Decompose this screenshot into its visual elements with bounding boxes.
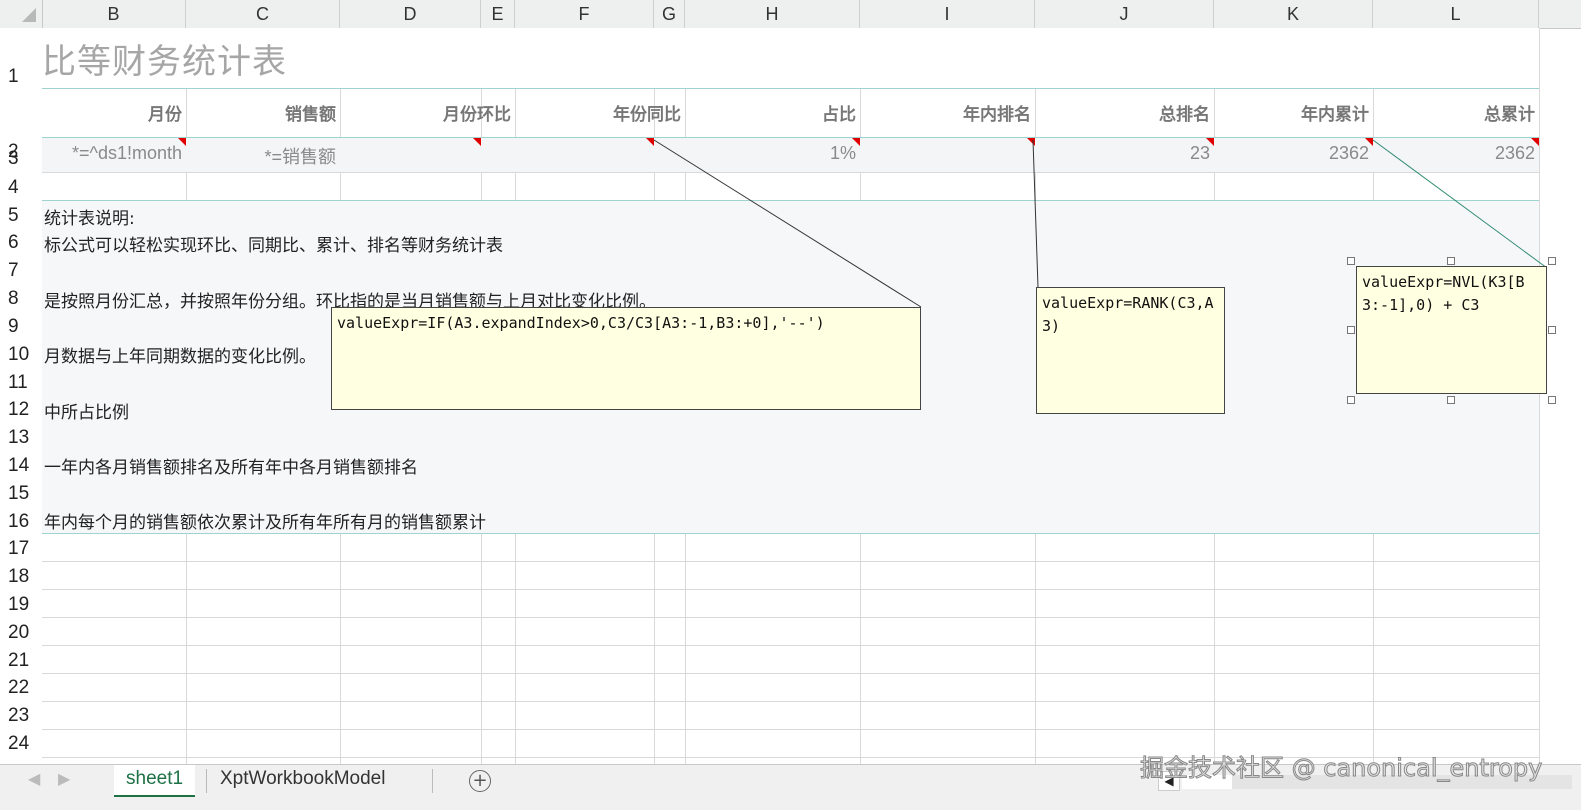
grid-line xyxy=(42,561,1539,562)
header-mom[interactable]: 月份环比 xyxy=(340,100,515,125)
grid-line xyxy=(42,172,1539,173)
column-header-h[interactable]: H xyxy=(685,0,860,28)
resize-handle[interactable] xyxy=(1447,257,1455,265)
row-header-3[interactable]: 3 xyxy=(0,148,40,170)
resize-handle[interactable] xyxy=(1548,257,1556,265)
cell-total-rank[interactable]: 23 xyxy=(1035,143,1214,164)
comment-box-rank[interactable]: valueExpr=RANK(C3,A3) xyxy=(1036,287,1225,414)
header-total-rank[interactable]: 总排名 xyxy=(1035,100,1214,125)
column-header-b[interactable]: B xyxy=(42,0,186,28)
row-header-23[interactable]: 23 xyxy=(0,705,40,727)
row-header-6[interactable]: 6 xyxy=(0,232,40,254)
row-header-4[interactable]: 4 xyxy=(0,177,40,199)
comment-marker-icon[interactable] xyxy=(1027,138,1035,146)
note-line-10: 月数据与上年同期数据的变化比例。 xyxy=(44,347,316,367)
row-header-18[interactable]: 18 xyxy=(0,566,40,588)
row-header-1[interactable]: 1 xyxy=(0,66,40,88)
comment-box-cumulative[interactable]: valueExpr=NVL(K3[B3:-1],0) + C3 xyxy=(1356,266,1547,394)
grid-line xyxy=(42,533,1539,534)
resize-handle[interactable] xyxy=(1548,326,1556,334)
grid-line xyxy=(42,673,1539,674)
comment-box-yoy[interactable]: valueExpr=IF(A3.expandIndex>0,C3/C3[A3:-… xyxy=(331,307,921,410)
tab-sheet1[interactable]: sheet1 xyxy=(114,765,196,797)
header-month[interactable]: 月份 xyxy=(42,100,186,125)
note-line-6: 标公式可以轻松实现环比、同期比、累计、排名等财务统计表 xyxy=(44,236,503,256)
column-header-j[interactable]: J xyxy=(1035,0,1214,28)
row-header-column: 1 2 3 4 5 6 7 8 9 10 11 12 13 14 15 16 1… xyxy=(0,28,42,764)
row-header-22[interactable]: 22 xyxy=(0,677,40,699)
column-header-l[interactable]: L xyxy=(1373,0,1539,28)
column-header-f[interactable]: F xyxy=(515,0,654,28)
cell-total-cumulative[interactable]: 2362 xyxy=(1373,143,1539,164)
note-line-14: 一年内各月销售额排名及所有年中各月销售额排名 xyxy=(44,458,418,478)
comment-marker-icon[interactable] xyxy=(852,138,860,146)
select-all-triangle-icon xyxy=(22,8,36,22)
resize-handle[interactable] xyxy=(1447,396,1455,404)
row-header-11[interactable]: 11 xyxy=(0,372,40,394)
row-header-24[interactable]: 24 xyxy=(0,733,40,755)
column-header-c[interactable]: C xyxy=(186,0,340,28)
row-header-21[interactable]: 21 xyxy=(0,650,40,672)
row-header-9[interactable]: 9 xyxy=(0,316,40,338)
row-header-20[interactable]: 20 xyxy=(0,622,40,644)
column-header-k[interactable]: K xyxy=(1214,0,1373,28)
row-header-13[interactable]: 13 xyxy=(0,427,40,449)
header-sales[interactable]: 销售额 xyxy=(186,100,340,125)
column-header-i[interactable]: I xyxy=(860,0,1035,28)
grid-line xyxy=(42,729,1539,730)
row-header-5[interactable]: 5 xyxy=(0,205,40,227)
scroll-left-icon[interactable]: ◀ xyxy=(28,769,40,788)
comment-marker-icon[interactable] xyxy=(1206,138,1214,146)
note-line-12: 中所占比例 xyxy=(44,403,129,423)
row-header-14[interactable]: 14 xyxy=(0,455,40,477)
grid-line xyxy=(42,88,1539,89)
cell-year-cumulative[interactable]: 2362 xyxy=(1214,143,1373,164)
resize-handle[interactable] xyxy=(1548,396,1556,404)
cell-ratio[interactable]: 1% xyxy=(685,143,860,164)
column-header-g[interactable]: G xyxy=(654,0,685,28)
tab-divider xyxy=(206,769,207,793)
comment-marker-icon[interactable] xyxy=(646,138,654,146)
row-header-8[interactable]: 8 xyxy=(0,288,40,310)
select-all-corner[interactable] xyxy=(0,0,43,28)
watermark: 掘金技术社区 @ canonical_entropy xyxy=(1139,754,1543,783)
header-yoy[interactable]: 年份同比 xyxy=(515,100,685,125)
header-total-cumulative[interactable]: 总累计 xyxy=(1373,100,1539,125)
cell-month-expr[interactable]: *=^ds1!month xyxy=(42,143,186,164)
row-header-15[interactable]: 15 xyxy=(0,483,40,505)
resize-handle[interactable] xyxy=(1347,326,1355,334)
grid-line xyxy=(42,701,1539,702)
grid-line xyxy=(42,617,1539,618)
row-header-16[interactable]: 16 xyxy=(0,511,40,533)
row-header-19[interactable]: 19 xyxy=(0,594,40,616)
tab-xptworkbookmodel[interactable]: XptWorkbookModel xyxy=(208,765,397,797)
resize-handle[interactable] xyxy=(1347,396,1355,404)
row-header-10[interactable]: 10 xyxy=(0,344,40,366)
comment-marker-icon[interactable] xyxy=(178,138,186,146)
column-header-d[interactable]: D xyxy=(340,0,481,28)
tab-divider xyxy=(432,769,433,793)
column-header-e[interactable]: E xyxy=(481,0,515,28)
add-sheet-button[interactable]: + xyxy=(469,770,491,792)
header-ratio[interactable]: 占比 xyxy=(685,100,860,125)
column-header-bar: B C D E F G H I J K L xyxy=(0,0,1581,29)
grid-line xyxy=(42,589,1539,590)
grid-line xyxy=(42,645,1539,646)
row-header-17[interactable]: 17 xyxy=(0,538,40,560)
note-line-16: 年内每个月的销售额依次累计及所有年所有月的销售额累计 xyxy=(44,513,486,533)
row-header-7[interactable]: 7 xyxy=(0,260,40,282)
note-line-5: 统计表说明: xyxy=(44,209,135,229)
comment-marker-icon[interactable] xyxy=(473,138,481,146)
comment-marker-icon[interactable] xyxy=(1365,138,1373,146)
comment-marker-icon[interactable] xyxy=(1531,138,1539,146)
report-title: 比等财务统计表 xyxy=(42,42,287,82)
row-header-12[interactable]: 12 xyxy=(0,399,40,421)
cell-sales-expr[interactable]: *=销售额 xyxy=(186,143,340,169)
header-year-cumulative[interactable]: 年内累计 xyxy=(1214,100,1373,125)
header-year-rank[interactable]: 年内排名 xyxy=(860,100,1035,125)
scroll-right-icon[interactable]: ▶ xyxy=(58,769,70,788)
resize-handle[interactable] xyxy=(1347,257,1355,265)
grid-line xyxy=(1539,28,1540,764)
